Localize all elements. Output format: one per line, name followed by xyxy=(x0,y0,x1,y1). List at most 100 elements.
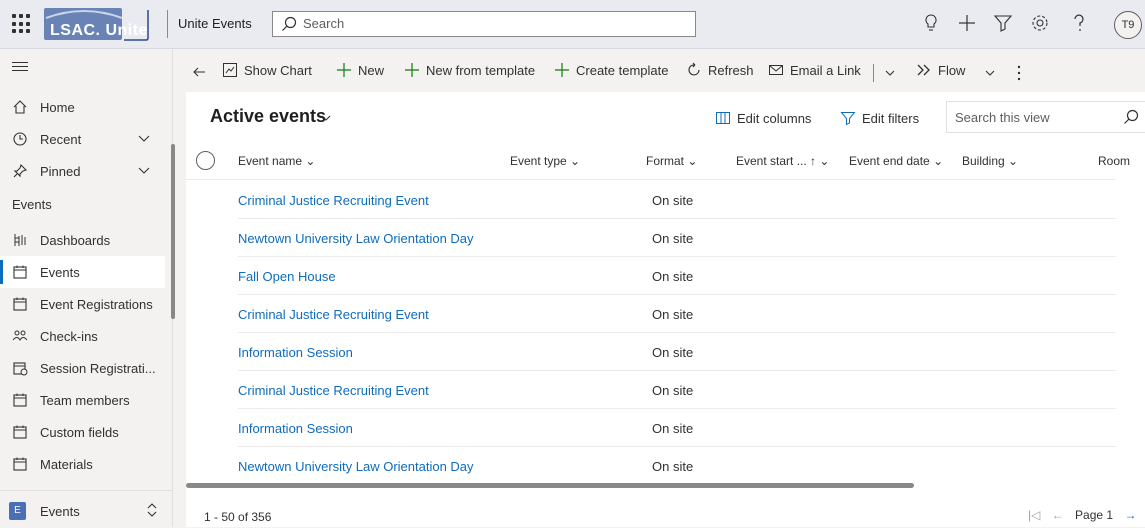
event-name-link[interactable]: Newtown University Law Orientation Day xyxy=(238,459,474,474)
filter-icon xyxy=(840,112,856,126)
sidebar-item-team-members[interactable]: Team members xyxy=(0,384,165,416)
table-row[interactable]: Information Session On site xyxy=(186,409,1116,447)
chevron-down-icon[interactable] xyxy=(984,67,996,79)
new-button[interactable]: New xyxy=(336,62,384,82)
new-from-template-button[interactable]: New from template xyxy=(404,62,535,82)
event-name-link[interactable]: Fall Open House xyxy=(238,269,336,284)
global-search-input[interactable]: Search xyxy=(272,11,696,37)
flow-button[interactable]: Flow xyxy=(916,62,965,82)
calendar-check-icon xyxy=(13,362,28,376)
column-header-label: Format xyxy=(646,154,685,168)
app-launcher-icon[interactable] xyxy=(12,14,32,34)
sidebar-item-recent[interactable]: Recent xyxy=(0,123,165,155)
edit-filters-label: Edit filters xyxy=(862,111,920,126)
show-chart-button[interactable]: Show Chart xyxy=(222,62,312,82)
sidebar-item-label: Home xyxy=(40,100,75,115)
table-row[interactable]: Criminal Justice Recruiting Event On sit… xyxy=(186,295,1116,333)
first-page-icon[interactable]: |◁ xyxy=(1028,508,1040,522)
new-from-template-label: New from template xyxy=(426,63,536,78)
sidebar-item-event-registrations[interactable]: Event Registrations xyxy=(0,288,165,320)
column-header-label: Event name xyxy=(238,154,303,168)
event-name-link[interactable]: Information Session xyxy=(238,345,353,360)
refresh-label: Refresh xyxy=(708,63,754,78)
format-cell: On site xyxy=(652,269,694,284)
refresh-button[interactable]: Refresh xyxy=(686,62,754,82)
format-cell: On site xyxy=(652,421,694,436)
previous-page-icon[interactable]: ← xyxy=(1052,508,1064,522)
help-icon[interactable] xyxy=(1068,12,1090,34)
format-cell: On site xyxy=(652,307,694,322)
area-switcher[interactable]: E Events xyxy=(0,490,172,528)
select-all-checkbox[interactable] xyxy=(196,151,215,170)
sidebar-item-events[interactable]: Events xyxy=(0,256,165,288)
sidebar-item-home[interactable]: Home xyxy=(0,91,165,123)
column-header-event-start[interactable]: Event start ... ↑ ⌄ xyxy=(736,154,829,168)
sidebar-item-label: Dashboards xyxy=(40,233,111,248)
column-header-event-name[interactable]: Event name ⌄ xyxy=(238,154,315,168)
back-arrow-icon[interactable] xyxy=(192,65,206,79)
flow-label: Flow xyxy=(938,63,966,78)
lightbulb-icon[interactable] xyxy=(920,12,942,34)
sidebar-item-check-ins[interactable]: Check-ins xyxy=(0,320,165,352)
sidebar-item-label: Check-ins xyxy=(40,329,98,344)
event-name-link[interactable]: Information Session xyxy=(238,421,353,436)
new-label: New xyxy=(358,63,385,78)
sidebar-item-pinned[interactable]: Pinned xyxy=(0,155,165,187)
sidebar-item-session-registrations[interactable]: Session Registrati... xyxy=(0,352,165,384)
search-placeholder: Search xyxy=(303,16,345,31)
hamburger-menu-icon[interactable] xyxy=(12,59,28,74)
event-name-link[interactable]: Newtown University Law Orientation Day xyxy=(238,231,474,246)
record-count: 1 - 50 of 356 xyxy=(204,510,272,524)
chevron-down-icon[interactable] xyxy=(137,131,151,145)
edit-filters-button[interactable]: Edit filters xyxy=(840,110,919,126)
table-row[interactable]: Criminal Justice Recruiting Event On sit… xyxy=(186,181,1116,219)
create-template-button[interactable]: Create template xyxy=(554,62,669,82)
column-header-event-type[interactable]: Event type ⌄ xyxy=(510,154,580,168)
chevron-down-icon[interactable] xyxy=(137,163,151,177)
sidebar-item-custom-fields[interactable]: Custom fields xyxy=(0,416,165,448)
sidebar-item-materials[interactable]: Materials xyxy=(0,448,165,480)
calendar-icon xyxy=(13,393,27,407)
divider xyxy=(167,10,168,38)
view-search-input[interactable]: Search this view xyxy=(946,101,1145,133)
search-icon[interactable] xyxy=(1123,109,1139,125)
sidebar-scrollbar[interactable] xyxy=(171,144,175,319)
table-row[interactable]: Criminal Justice Recruiting Event On sit… xyxy=(186,371,1116,409)
table-row[interactable]: Newtown University Law Orientation Day O… xyxy=(186,447,1116,485)
edit-columns-button[interactable]: Edit columns xyxy=(715,110,811,126)
next-page-icon[interactable]: → xyxy=(1124,508,1136,522)
view-search-placeholder: Search this view xyxy=(955,110,1050,125)
event-name-link[interactable]: Criminal Justice Recruiting Event xyxy=(238,383,429,398)
page-label: Page 1 xyxy=(1075,508,1114,522)
event-name-link[interactable]: Criminal Justice Recruiting Event xyxy=(238,193,429,208)
table-row[interactable]: Information Session On site xyxy=(186,333,1116,371)
refresh-icon xyxy=(688,62,700,76)
column-header-format[interactable]: Format ⌄ xyxy=(646,154,697,168)
table-row[interactable]: Newtown University Law Orientation Day O… xyxy=(186,219,1116,257)
create-template-label: Create template xyxy=(576,63,669,78)
chevron-down-icon[interactable] xyxy=(320,112,332,124)
settings-gear-icon[interactable] xyxy=(1029,12,1051,34)
more-options-icon[interactable] xyxy=(1016,64,1022,82)
sidebar-item-label: Event Registrations xyxy=(40,297,153,312)
divider xyxy=(873,64,874,82)
table-row[interactable]: Fall Open House On site xyxy=(186,257,1116,295)
email-link-button[interactable]: Email a Link xyxy=(768,62,861,82)
column-header-building[interactable]: Building ⌄ xyxy=(962,154,1018,168)
app-title[interactable]: Unite Events xyxy=(178,16,252,31)
people-icon xyxy=(12,330,28,341)
chevron-down-icon[interactable] xyxy=(884,67,896,79)
sidebar-item-dashboards[interactable]: Dashboards xyxy=(0,224,165,256)
view-title[interactable]: Active events xyxy=(210,106,326,127)
divider xyxy=(186,179,1116,180)
horizontal-scrollbar[interactable] xyxy=(186,483,914,488)
chevron-up-down-icon xyxy=(147,503,157,517)
area-badge: E xyxy=(9,502,26,520)
column-header-room[interactable]: Room xyxy=(1098,154,1130,168)
add-icon[interactable] xyxy=(956,12,978,34)
column-header-event-end-date[interactable]: Event end date ⌄ xyxy=(849,154,943,168)
event-name-link[interactable]: Criminal Justice Recruiting Event xyxy=(238,307,429,322)
filter-icon[interactable] xyxy=(992,12,1014,34)
user-avatar[interactable]: T9 xyxy=(1114,11,1142,39)
search-icon xyxy=(282,16,297,31)
